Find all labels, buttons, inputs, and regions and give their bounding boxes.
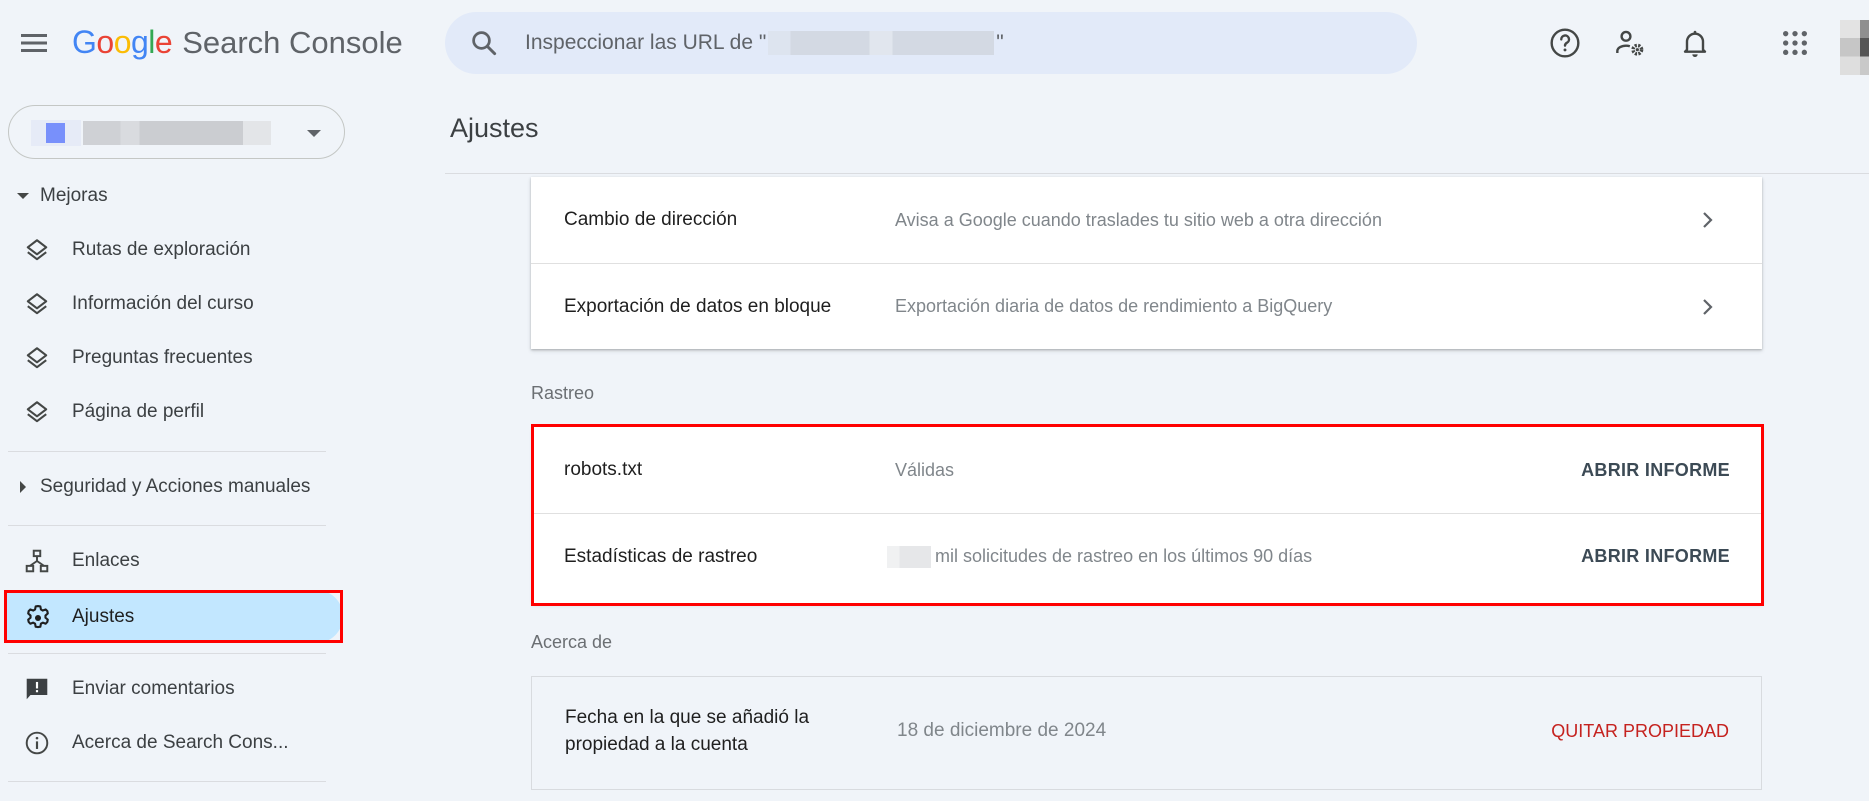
sidebar-divider: [8, 451, 326, 452]
info-icon: [24, 730, 50, 756]
notifications-icon[interactable]: [1679, 27, 1711, 59]
chevron-right-icon[interactable]: [1699, 296, 1717, 318]
expanded-arrow-icon: [14, 193, 32, 199]
sidebar-divider: [8, 781, 326, 782]
redacted-crawl-count: [887, 545, 931, 568]
help-icon[interactable]: [1549, 27, 1581, 59]
settings-row-cambio-de-direccion[interactable]: Cambio de dirección Avisa a Google cuand…: [531, 177, 1762, 263]
google-search-console-logo[interactable]: Google Search Console: [72, 24, 403, 64]
row-label: Fecha en la que se añadió la propiedad a…: [565, 707, 810, 755]
account-avatar[interactable]: [1840, 20, 1869, 75]
section-label: Seguridad y Acciones manuales: [40, 476, 311, 497]
sidebar-item-label: Preguntas frecuentes: [72, 347, 253, 368]
about-property-card: Fecha en la que se añadió la propiedad a…: [531, 676, 1762, 790]
row-label: Estadísticas de rastreo: [564, 545, 758, 567]
sidebar-item-label: Rutas de exploración: [72, 239, 251, 260]
open-report-button[interactable]: ABRIR INFORME: [1581, 546, 1730, 567]
section-heading-acerca-de: Acerca de: [531, 632, 613, 652]
sidebar-item-label: Ajustes: [72, 605, 135, 627]
layers-icon: [24, 237, 50, 263]
dropdown-arrow-icon: [307, 130, 321, 137]
sidebar-item-informacion-del-curso[interactable]: Información del curso: [0, 279, 345, 329]
redacted-property-name: [83, 121, 271, 145]
layers-icon: [24, 345, 50, 371]
crawl-settings-card: robots.txt Válidas ABRIR INFORME Estadís…: [533, 427, 1762, 603]
sidebar-item-ajustes[interactable]: Ajustes: [4, 590, 343, 643]
row-description: mil solicitudes de rastreo en los último…: [887, 545, 1312, 568]
redacted-property-url: [768, 31, 995, 55]
section-label: Mejoras: [40, 185, 108, 206]
sidebar-item-label: Acerca de Search Cons...: [72, 732, 289, 753]
sidebar-item-enviar-comentarios[interactable]: Enviar comentarios: [0, 664, 345, 714]
links-sitemap-icon: [24, 548, 50, 574]
settings-row-robots-txt: robots.txt Válidas ABRIR INFORME: [533, 427, 1762, 513]
main-menu-icon[interactable]: [18, 30, 50, 56]
sidebar-item-label: Información del curso: [72, 293, 254, 314]
general-settings-card: Cambio de dirección Avisa a Google cuand…: [531, 177, 1762, 349]
sidebar-item-label: Enviar comentarios: [72, 678, 235, 699]
search-icon: [469, 28, 499, 58]
row-label: Exportación de datos en bloque: [564, 295, 832, 317]
sidebar-item-pagina-de-perfil[interactable]: Página de perfil: [0, 387, 345, 437]
sidebar-item-label: Página de perfil: [72, 401, 205, 422]
property-added-date: 18 de diciembre de 2024: [897, 720, 1107, 741]
sidebar-item-preguntas-frecuentes[interactable]: Preguntas frecuentes: [0, 333, 345, 383]
row-label: Cambio de dirección: [564, 209, 738, 230]
remove-property-button[interactable]: QUITAR PROPIEDAD: [1551, 721, 1729, 742]
property-icon: [46, 123, 65, 143]
chevron-right-icon[interactable]: [1699, 209, 1717, 231]
section-toggle-mejoras[interactable]: Mejoras: [14, 181, 108, 211]
apps-icon[interactable]: [1779, 27, 1811, 59]
sidebar-item-rutas-de-exploracion[interactable]: Rutas de exploración: [0, 225, 345, 275]
google-wordmark: Google: [72, 24, 173, 60]
url-inspection-search-input[interactable]: Inspeccionar las URL de " ": [445, 12, 1417, 74]
settings-row-estadisticas-de-rastreo: Estadísticas de rastreo mil solicitudes …: [533, 513, 1762, 599]
sidebar-item-label: Enlaces: [72, 550, 140, 571]
row-status: Válidas: [895, 459, 955, 480]
layers-icon: [24, 291, 50, 317]
layers-icon: [24, 399, 50, 425]
gear-icon: [24, 604, 50, 630]
feedback-icon: [24, 676, 50, 702]
title-divider: [445, 173, 1869, 174]
page-title: Ajustes: [450, 113, 539, 143]
admin-settings-icon[interactable]: [1614, 27, 1646, 59]
sidebar-divider: [8, 653, 326, 654]
row-description: Avisa a Google cuando traslades tu sitio…: [895, 209, 1382, 230]
sidebar-divider: [8, 525, 326, 526]
settings-row-exportacion-de-datos[interactable]: Exportación de datos en bloque Exportaci…: [531, 263, 1762, 349]
sidebar-item-enlaces[interactable]: Enlaces: [0, 536, 345, 586]
search-placeholder: Inspeccionar las URL de " ": [525, 31, 1004, 55]
open-report-button[interactable]: ABRIR INFORME: [1581, 460, 1730, 481]
row-label: robots.txt: [564, 459, 643, 480]
property-selector[interactable]: [8, 105, 345, 159]
section-heading-rastreo: Rastreo: [531, 383, 595, 403]
section-toggle-seguridad[interactable]: Seguridad y Acciones manuales: [14, 472, 310, 502]
collapsed-arrow-icon: [14, 481, 32, 493]
row-description: Exportación diaria de datos de rendimien…: [895, 296, 1333, 316]
product-name: Search Console: [182, 25, 403, 60]
sidebar-item-acerca-de-search-console[interactable]: Acerca de Search Cons...: [0, 718, 345, 768]
